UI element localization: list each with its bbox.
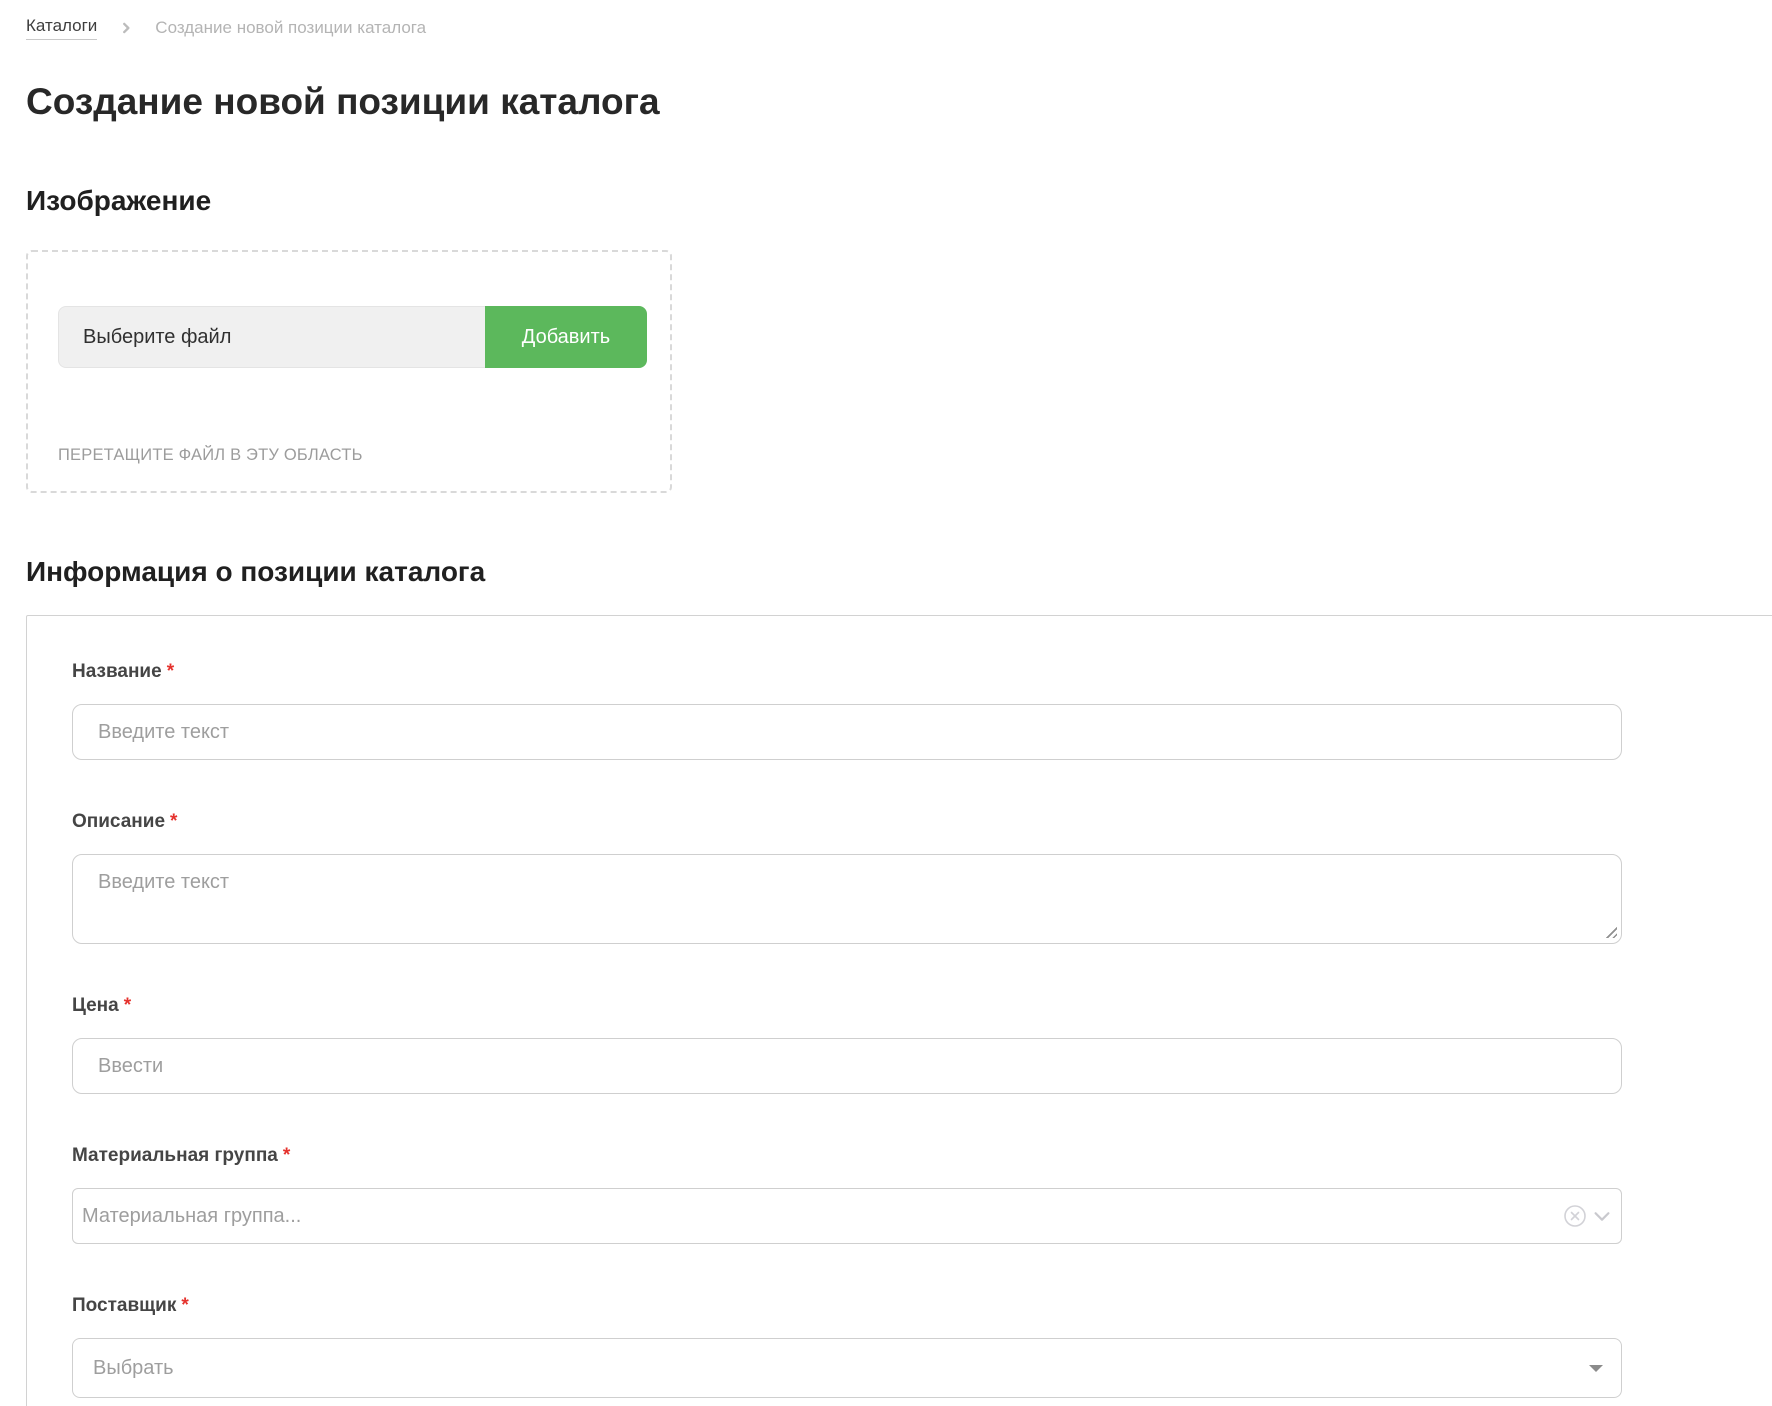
- info-section-heading: Информация о позиции каталога: [26, 555, 1772, 589]
- material-group-select[interactable]: Материальная группа...: [72, 1188, 1622, 1244]
- supplier-placeholder: Выбрать: [93, 1357, 174, 1380]
- description-label: Описание*: [72, 810, 1772, 833]
- dropzone-hint: ПЕРЕТАЩИТЕ ФАЙЛ В ЭТУ ОБЛАСТЬ: [58, 446, 363, 465]
- form-group-supplier: Поставщик* Выбрать: [72, 1294, 1772, 1398]
- form-group-price: Цена*: [72, 994, 1772, 1094]
- supplier-label-text: Поставщик: [72, 1295, 176, 1316]
- name-label: Название*: [72, 660, 1772, 683]
- page-content: Каталоги Создание новой позиции каталога…: [0, 0, 1772, 1406]
- required-asterisk: *: [167, 661, 174, 682]
- breadcrumb: Каталоги Создание новой позиции каталога: [26, 16, 1772, 40]
- supplier-label: Поставщик*: [72, 1294, 1772, 1317]
- name-label-text: Название: [72, 661, 162, 682]
- material-group-label-text: Материальная группа: [72, 1145, 278, 1166]
- add-file-button[interactable]: Добавить: [485, 306, 647, 368]
- description-textarea-wrap: [72, 854, 1622, 944]
- required-asterisk: *: [283, 1145, 290, 1166]
- supplier-select[interactable]: Выбрать: [72, 1338, 1622, 1398]
- material-group-select-icons: [1563, 1189, 1613, 1243]
- material-group-label: Материальная группа*: [72, 1144, 1772, 1167]
- name-input[interactable]: [72, 704, 1622, 760]
- chevron-down-icon[interactable]: [1591, 1205, 1613, 1227]
- chevron-right-icon: [119, 21, 133, 35]
- breadcrumb-link-catalogs[interactable]: Каталоги: [26, 16, 97, 40]
- material-group-placeholder: Материальная группа...: [82, 1205, 301, 1228]
- file-input-row: Выберите файл Добавить: [58, 306, 647, 368]
- description-textarea[interactable]: [72, 854, 1622, 944]
- image-section-heading: Изображение: [26, 184, 1772, 218]
- form-group-material-group: Материальная группа* Материальная группа…: [72, 1144, 1772, 1244]
- breadcrumb-current: Создание новой позиции каталога: [155, 18, 426, 38]
- choose-file-field[interactable]: Выберите файл: [58, 306, 485, 368]
- form-group-description: Описание*: [72, 810, 1772, 944]
- price-input[interactable]: [72, 1038, 1622, 1094]
- file-dropzone[interactable]: Выберите файл Добавить ПЕРЕТАЩИТЕ ФАЙЛ В…: [26, 250, 672, 493]
- required-asterisk: *: [170, 811, 177, 832]
- description-label-text: Описание: [72, 811, 165, 832]
- clear-circle-icon[interactable]: [1563, 1204, 1587, 1228]
- required-asterisk: *: [181, 1295, 188, 1316]
- price-label-text: Цена: [72, 995, 119, 1016]
- catalog-item-form-panel: Название* Описание* Цена* Материальная г: [26, 615, 1772, 1406]
- price-label: Цена*: [72, 994, 1772, 1017]
- required-asterisk: *: [124, 995, 131, 1016]
- page-title: Создание новой позиции каталога: [26, 80, 1772, 124]
- dropdown-arrow-icon: [1589, 1365, 1603, 1372]
- form-group-name: Название*: [72, 660, 1772, 760]
